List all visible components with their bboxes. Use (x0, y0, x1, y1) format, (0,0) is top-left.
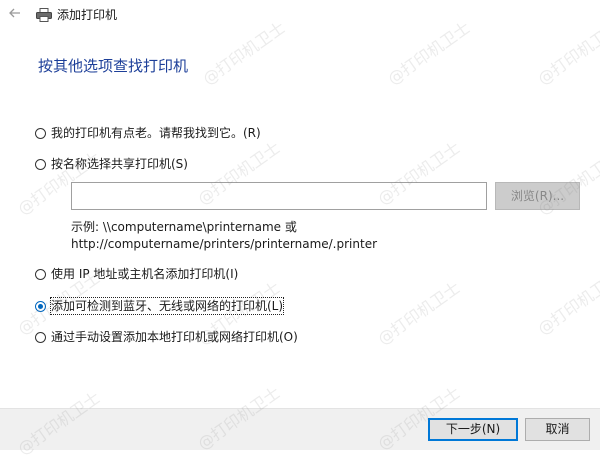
browse-button[interactable]: 浏览(R)... (495, 182, 580, 210)
radio-button-selected[interactable] (35, 300, 46, 312)
option-label: 按名称选择共享打印机(S) (51, 157, 188, 171)
example-text-line1: 示例: \\computername\printername 或 (71, 220, 297, 234)
radio-button[interactable] (35, 127, 46, 139)
shared-printer-name-input[interactable] (71, 182, 487, 210)
option-ip-or-hostname[interactable]: 使用 IP 地址或主机名添加打印机(I) (35, 265, 238, 283)
printer-icon (36, 8, 52, 22)
radio-button[interactable] (35, 158, 46, 170)
page-heading: 按其他选项查找打印机 (38, 57, 189, 75)
option-shared-printer-by-name[interactable]: 按名称选择共享打印机(S) (35, 155, 188, 173)
watermark: @打印机卫士 (534, 267, 600, 339)
option-manual-local-or-network[interactable]: 通过手动设置添加本地打印机或网络打印机(O) (35, 328, 298, 346)
option-label: 我的打印机有点老。请帮我找到它。(R) (51, 126, 261, 140)
option-bluetooth-wireless-network[interactable]: 添加可检测到蓝牙、无线或网络的打印机(L) (35, 297, 285, 315)
radio-button[interactable] (35, 268, 46, 280)
example-text-line2: http://computername/printers/printername… (71, 237, 378, 251)
watermark: @打印机卫士 (374, 277, 464, 349)
cancel-button[interactable]: 取消 (525, 418, 590, 441)
next-button[interactable]: 下一步(N) (428, 418, 518, 441)
window-title: 添加打印机 (57, 8, 118, 22)
option-label: 添加可检测到蓝牙、无线或网络的打印机(L) (49, 297, 285, 315)
option-label: 通过手动设置添加本地打印机或网络打印机(O) (51, 330, 298, 344)
title-bar: 添加打印机 (0, 0, 600, 32)
option-label: 使用 IP 地址或主机名添加打印机(I) (51, 267, 239, 281)
radio-button[interactable] (35, 331, 46, 343)
option-old-printer[interactable]: 我的打印机有点老。请帮我找到它。(R) (35, 124, 261, 142)
back-arrow-icon[interactable] (7, 5, 23, 21)
